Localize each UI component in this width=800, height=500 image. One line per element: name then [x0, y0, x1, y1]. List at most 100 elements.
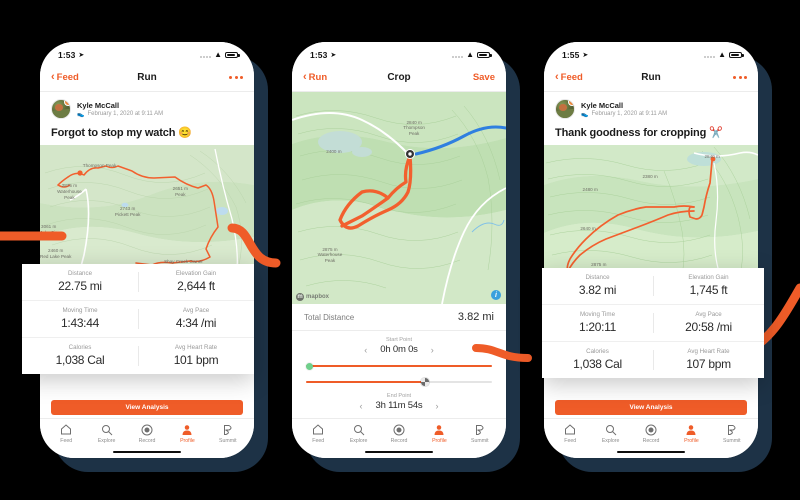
more-options-button[interactable] — [229, 76, 243, 79]
end-slider-handle[interactable] — [421, 378, 429, 386]
stat-value: 22.75 mi — [58, 279, 102, 293]
person-icon — [685, 423, 697, 436]
view-analysis-button[interactable]: View Analysis — [555, 400, 747, 415]
phone-screen: 1:53 ➤ ▲ ‹ Run Crop Save 2840 m Thompson… — [292, 42, 506, 458]
post-title: Forgot to stop my watch 😊 — [51, 127, 192, 139]
stat-distance: Distance 22.75 mi — [22, 264, 138, 300]
stat-distance: Distance 3.82 mi — [542, 268, 653, 304]
crop-map[interactable]: 2840 m Thompson Peak 2400 m 2875 m Water… — [292, 92, 506, 304]
stat-elevation-gain: Elevation Gain 2,644 ft — [138, 264, 254, 300]
chevron-left-icon[interactable]: ‹ — [360, 401, 363, 411]
start-point-slider[interactable] — [306, 361, 492, 371]
author-text: Kyle McCall 👟 February 1, 2020 at 9:11 A… — [77, 101, 163, 118]
stat-value: 1,038 Cal — [573, 357, 622, 371]
view-analysis-button[interactable]: View Analysis — [51, 400, 243, 415]
tab-profile[interactable]: Profile — [419, 423, 459, 444]
home-icon — [564, 423, 576, 436]
stat-avg-pace: Avg Pace 20:58 /mi — [653, 305, 764, 341]
tab-label: Feed — [312, 438, 325, 444]
tab-label: Record — [642, 438, 660, 444]
tab-feed[interactable]: Feed — [46, 423, 86, 444]
tab-label: Record — [390, 438, 408, 444]
chevron-left-icon: ‹ — [303, 71, 307, 83]
tab-explore[interactable]: Explore — [338, 423, 378, 444]
tab-record[interactable]: Record — [631, 423, 671, 444]
more-options-button[interactable] — [733, 76, 747, 79]
stats-card-cropped: Distance 3.82 mi Elevation Gain 1,745 ft… — [542, 268, 764, 378]
phone-cropped-run: 1:55 ➤ ▲ ‹ Feed Run Kyle McCall 👟 Februa… — [544, 42, 772, 472]
tab-explore[interactable]: Explore — [590, 423, 630, 444]
stats-row: Moving Time 1:20:11 Avg Pace 20:58 /mi — [542, 305, 764, 342]
avatar[interactable] — [51, 99, 71, 119]
author-meta: 👟 February 1, 2020 at 9:11 AM — [77, 111, 163, 118]
total-distance-label: Total Distance — [304, 312, 355, 322]
nav-bar: ‹ Feed Run — [40, 64, 254, 92]
map-info-button[interactable]: i — [491, 290, 501, 300]
author-text: Kyle McCall 👟 February 1, 2020 at 9:11 A… — [581, 101, 667, 118]
tab-record[interactable]: Record — [379, 423, 419, 444]
save-button[interactable]: Save — [473, 72, 495, 83]
stat-label: Avg Heart Rate — [687, 348, 730, 355]
phone-frame: 1:55 ➤ ▲ ‹ Feed Run Kyle McCall 👟 Februa… — [544, 42, 758, 458]
status-bar: 1:55 ➤ ▲ — [544, 42, 758, 64]
phone-screen: 1:55 ➤ ▲ ‹ Feed Run Kyle McCall 👟 Februa… — [544, 42, 758, 458]
stat-value: 20:58 /mi — [685, 320, 732, 334]
start-point-stepper[interactable]: ‹ 0h 0m 0s › — [306, 344, 492, 355]
mapbox-logo-icon: m — [296, 293, 304, 301]
stat-label: Elevation Gain — [175, 270, 217, 277]
back-button[interactable]: ‹ Feed — [555, 71, 583, 84]
stat-moving-time: Moving Time 1:43:44 — [22, 301, 138, 337]
chevron-right-icon[interactable]: › — [435, 401, 438, 411]
start-slider-handle[interactable] — [306, 362, 313, 370]
map-label: 2651 m Peak — [172, 185, 188, 197]
route-map[interactable]: Thompson Peak 2875 m Waterhouse Peak 274… — [40, 145, 254, 281]
tab-label: Summit — [723, 438, 741, 444]
tab-profile[interactable]: Profile — [671, 423, 711, 444]
search-icon — [101, 423, 113, 436]
tab-feed[interactable]: Feed — [550, 423, 590, 444]
chevron-left-icon[interactable]: ‹ — [364, 345, 367, 355]
tab-label: Explore — [601, 438, 620, 444]
author-name: Kyle McCall — [77, 100, 120, 110]
stat-elevation-gain: Elevation Gain 1,745 ft — [653, 268, 764, 304]
stat-moving-time: Moving Time 1:20:11 — [542, 305, 653, 341]
home-indicator — [40, 446, 254, 458]
back-button[interactable]: ‹ Run — [303, 71, 327, 84]
avatar[interactable] — [555, 99, 575, 119]
signal-icon — [452, 52, 464, 58]
shoe-icon: 👟 — [581, 111, 589, 118]
chevron-right-icon[interactable]: › — [431, 345, 434, 355]
map-label: 2460 m Red Lake Peak — [40, 248, 72, 260]
author-row[interactable]: Kyle McCall 👟 February 1, 2020 at 9:11 A… — [544, 92, 758, 122]
stat-value: 1,745 ft — [689, 283, 728, 297]
battery-icon — [729, 51, 744, 59]
tab-feed[interactable]: Feed — [298, 423, 338, 444]
tab-bar: Feed Explore Record Profile Summit — [544, 418, 758, 446]
tab-summit[interactable]: Summit — [712, 423, 752, 444]
map-canvas — [544, 145, 758, 275]
tab-summit[interactable]: Summit — [460, 423, 500, 444]
phone-screen: 1:53 ➤ ▲ ‹ Feed Run Kyle McCall 👟 Februa… — [40, 42, 254, 458]
stat-value: 1:20:11 — [578, 320, 617, 334]
tab-label: Profile — [180, 438, 195, 444]
mapbox-attribution[interactable]: m mapbox — [296, 293, 329, 301]
map-canvas — [292, 92, 506, 304]
map-label: 2875 m Waterhouse Peak — [57, 183, 82, 200]
tab-summit[interactable]: Summit — [208, 423, 248, 444]
location-arrow-icon: ➤ — [582, 52, 589, 59]
end-point-stepper[interactable]: ‹ 3h 11m 54s › — [306, 400, 492, 411]
wifi-icon: ▲ — [718, 50, 726, 59]
route-map[interactable]: 2840 m 2380 m 2480 m 2640 m 2875 m — [544, 145, 758, 275]
phone-crop: 1:53 ➤ ▲ ‹ Run Crop Save 2840 m Thompson… — [292, 42, 520, 472]
back-button[interactable]: ‹ Feed — [51, 72, 79, 84]
total-distance-row: Total Distance 3.82 mi — [292, 304, 506, 331]
tab-explore[interactable]: Explore — [86, 423, 126, 444]
map-label: 2840 m — [704, 154, 720, 160]
author-row[interactable]: Kyle McCall 👟 February 1, 2020 at 9:11 A… — [40, 92, 254, 122]
stat-label: Calories — [68, 344, 92, 351]
end-point-slider[interactable] — [306, 377, 492, 387]
chevron-left-icon: ‹ — [555, 71, 559, 83]
stat-avg-heart-rate: Avg Heart Rate 107 bpm — [653, 342, 764, 378]
tab-profile[interactable]: Profile — [167, 423, 207, 444]
tab-record[interactable]: Record — [127, 423, 167, 444]
